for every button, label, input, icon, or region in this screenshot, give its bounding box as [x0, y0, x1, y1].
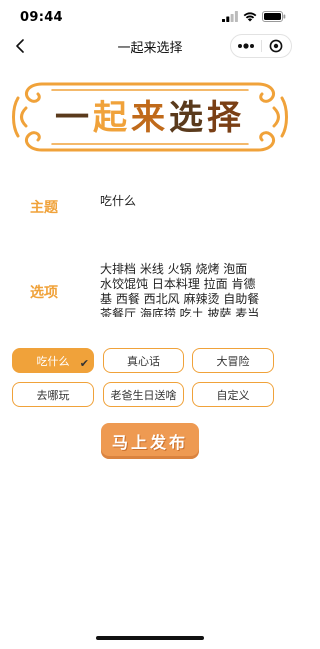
wifi-icon	[243, 12, 257, 22]
banner-char: 起	[93, 98, 131, 138]
publish-button[interactable]: 马上发布	[101, 423, 199, 459]
close-miniprogram-button[interactable]	[262, 35, 292, 57]
banner-char: 一	[55, 98, 93, 138]
preset-label: 吃什么	[36, 354, 70, 368]
preset-button-dare[interactable]: 大冒险	[192, 348, 274, 373]
check-icon: ✔	[79, 357, 89, 370]
preset-button-custom[interactable]: 自定义	[192, 382, 274, 407]
topic-label: 主题	[30, 200, 58, 216]
more-button[interactable]	[231, 35, 261, 57]
title-banner: 一起来选择	[8, 68, 292, 166]
preset-label: 真心话	[127, 354, 160, 368]
publish-label: 马上发布	[111, 433, 188, 452]
signal-icon	[222, 11, 238, 22]
nav-bar: 一起来选择	[0, 34, 300, 58]
more-icon	[237, 43, 254, 49]
banner-char: 择	[207, 98, 245, 138]
status-time: 09:44	[20, 10, 63, 25]
options-label: 选项	[30, 285, 58, 301]
preset-button-dad-gift[interactable]: 老爸生日送啥	[103, 382, 184, 407]
preset-button-truth[interactable]: 真心话	[103, 348, 184, 373]
target-icon	[269, 39, 283, 53]
options-textarea[interactable]: 大排档 米线 火锅 烧烤 泡面 水饺馄饨 日本料理 拉面 肯德基 西餐 西北风 …	[100, 262, 260, 317]
banner-char: 来	[131, 98, 169, 138]
banner-char: 选	[169, 98, 207, 138]
preset-button-where-to-go[interactable]: 去哪玩	[12, 382, 94, 407]
preset-label: 老爸生日送啥	[110, 388, 177, 402]
home-indicator	[96, 636, 204, 640]
preset-label: 去哪玩	[36, 388, 70, 402]
preset-label: 大冒险	[216, 354, 250, 368]
mini-program-capsule	[230, 34, 292, 58]
battery-icon	[262, 11, 286, 22]
status-icons	[222, 11, 286, 22]
status-bar: 09:44	[0, 0, 300, 36]
banner-title: 一起来选择	[8, 90, 292, 139]
preset-label: 自定义	[216, 388, 250, 402]
topic-input[interactable]: 吃什么	[100, 192, 136, 209]
preset-button-eat[interactable]: 吃什么 ✔	[12, 348, 94, 373]
